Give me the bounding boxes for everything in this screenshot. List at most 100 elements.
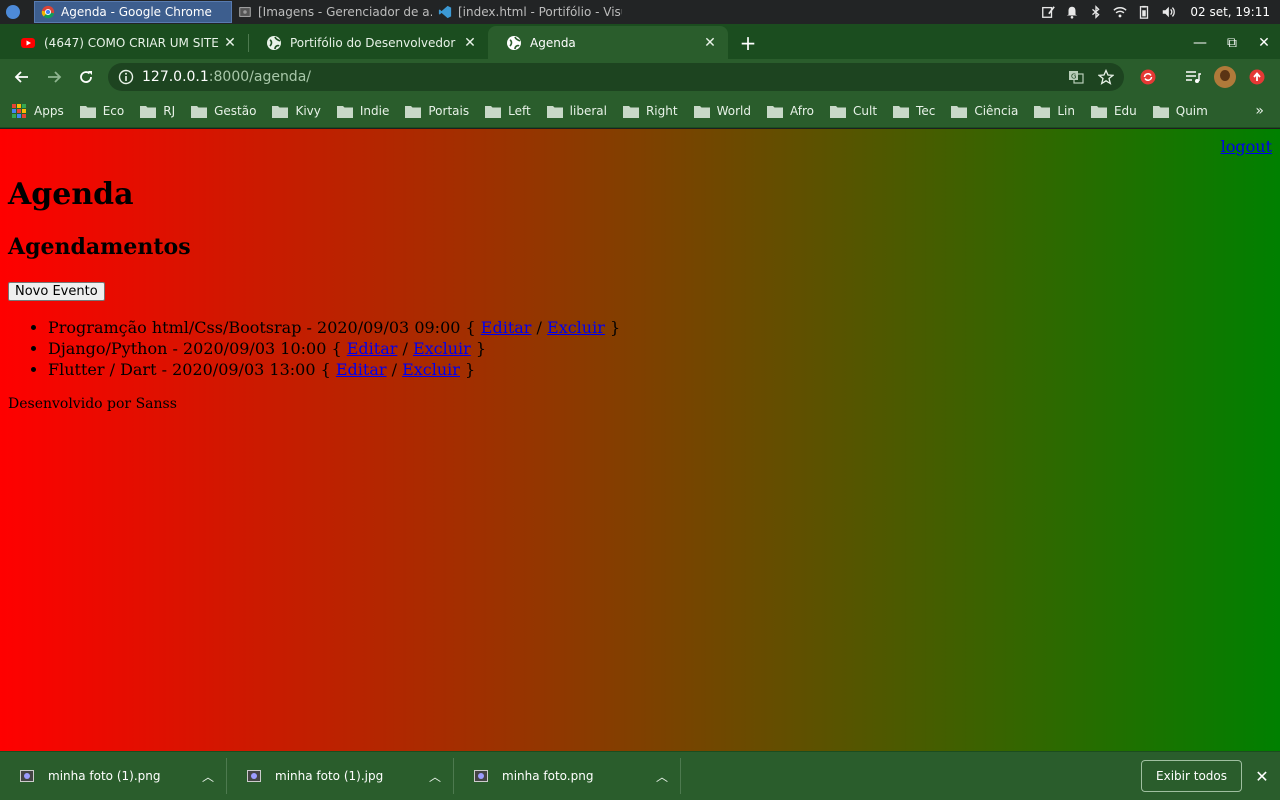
new-event-button[interactable]: Novo Evento (8, 282, 105, 301)
taskbar-window-file-manager[interactable]: [Imagens - Gerenciador de a... (232, 1, 432, 23)
bluetooth-icon[interactable] (1089, 5, 1103, 19)
browser-tab-strip: (4647) COMO CRIAR UM SITE P ✕ Portifólio… (0, 24, 1280, 59)
bookmark-folder[interactable]: Left (485, 104, 531, 118)
folder-icon (272, 105, 289, 118)
bookmark-folder[interactable]: Cult (830, 104, 877, 118)
download-item[interactable]: minha foto (1).png ︿ (0, 758, 227, 794)
bookmark-folder[interactable]: Gestão (191, 104, 256, 118)
close-tab-icon[interactable]: ✕ (462, 35, 478, 51)
separator: / (536, 318, 542, 337)
image-file-icon (247, 770, 261, 782)
close-icon: ✕ (1258, 34, 1270, 51)
page-title: Agenda (8, 177, 134, 212)
delete-link[interactable]: Excluir (413, 339, 471, 358)
bookmark-folder[interactable]: Right (622, 104, 678, 118)
events-list: Programção html/Css/Bootsrap - 2020/09/0… (8, 317, 1272, 380)
start-menu-button[interactable] (0, 0, 26, 24)
folder-icon (893, 105, 910, 118)
wifi-icon[interactable] (1113, 5, 1127, 19)
arrow-left-icon (14, 71, 28, 83)
info-icon[interactable] (118, 69, 134, 85)
bookmark-label: Eco (102, 104, 125, 118)
bookmark-folder[interactable]: Lin (1034, 104, 1075, 118)
bookmarks-overflow-button[interactable]: » (1255, 103, 1264, 119)
new-tab-button[interactable]: + (734, 29, 762, 57)
event-text: Flutter / Dart - 2020/09/03 13:00 { (48, 360, 331, 379)
bookmark-folder[interactable]: RJ (140, 104, 175, 118)
tab-youtube[interactable]: (4647) COMO CRIAR UM SITE P ✕ (0, 26, 248, 59)
close-tab-icon[interactable]: ✕ (222, 35, 238, 51)
svg-text:G: G (1071, 73, 1076, 81)
bookmark-folder[interactable]: Eco (79, 104, 125, 118)
plus-icon: + (739, 31, 757, 55)
download-item[interactable]: minha foto (1).jpg ︿ (227, 758, 454, 794)
delete-link[interactable]: Excluir (402, 360, 460, 379)
forward-button[interactable] (40, 63, 68, 91)
bell-icon[interactable] (1065, 5, 1079, 19)
download-item[interactable]: minha foto.png ︿ (454, 758, 681, 794)
show-all-downloads-button[interactable]: Exibir todos (1141, 760, 1242, 792)
close-window-button[interactable]: ✕ (1248, 31, 1280, 55)
bookmark-folder[interactable]: Afro (766, 104, 814, 118)
bookmarks-bar: Apps Eco RJ Gestão Kivy Indie Portais Left libe… (0, 95, 1280, 128)
bookmark-folder[interactable]: World (693, 104, 751, 118)
bookmark-label: liberal (569, 104, 607, 118)
chevron-up-icon[interactable]: ︿ (423, 768, 447, 785)
bookmark-star-icon[interactable] (1098, 69, 1114, 85)
minimize-button[interactable]: — (1184, 31, 1216, 55)
media-controls-button[interactable] (1182, 66, 1204, 88)
translate-icon[interactable]: G (1068, 69, 1084, 85)
address-bar[interactable]: 127.0.0.1:8000/agenda/ G (108, 63, 1124, 91)
profile-button[interactable] (1214, 66, 1236, 88)
logout-link[interactable]: logout (1221, 137, 1272, 156)
taskbar-window-chrome[interactable]: Agenda - Google Chrome (34, 1, 232, 23)
battery-icon[interactable] (1137, 5, 1151, 19)
bookmark-label: World (716, 104, 751, 118)
update-button[interactable] (1246, 66, 1268, 88)
edit-link[interactable]: Editar (481, 318, 532, 337)
folder-icon (140, 105, 157, 118)
image-file-icon (474, 770, 488, 782)
taskbar-window-label: [index.html - Portifólio - Visu... (458, 5, 622, 19)
restore-icon: ⧉ (1227, 34, 1237, 51)
back-button[interactable] (8, 63, 36, 91)
taskbar-window-vscode[interactable]: [index.html - Portifólio - Visu... (432, 1, 622, 23)
bookmark-folder[interactable]: liberal (546, 104, 607, 118)
close-tab-icon[interactable]: ✕ (702, 35, 718, 51)
taskbar-window-label: [Imagens - Gerenciador de a... (258, 5, 432, 19)
folder-icon (191, 105, 208, 118)
chevron-up-icon[interactable]: ︿ (196, 768, 220, 785)
bookmark-label: Ciência (974, 104, 1019, 118)
edit-link[interactable]: Editar (336, 360, 387, 379)
youtube-icon (21, 37, 35, 48)
close-shelf-icon[interactable]: ✕ (1250, 767, 1274, 786)
bookmark-label: Quim (1175, 104, 1208, 118)
bookmark-folder[interactable]: Tec (893, 104, 935, 118)
notes-icon[interactable] (1041, 5, 1056, 19)
apps-grid-icon (12, 104, 26, 118)
extension-button[interactable] (1137, 66, 1159, 88)
bookmark-folder[interactable]: Ciência (951, 104, 1018, 118)
bookmark-folder[interactable]: Indie (336, 104, 389, 118)
event-text: Programção html/Css/Bootsrap - 2020/09/0… (48, 318, 476, 337)
bookmark-folder[interactable]: Edu (1090, 104, 1137, 118)
volume-icon[interactable] (1161, 5, 1176, 19)
bookmark-apps[interactable]: Apps (12, 104, 64, 118)
list-item: Flutter / Dart - 2020/09/03 13:00 { Edit… (48, 359, 1272, 380)
delete-link[interactable]: Excluir (547, 318, 605, 337)
restore-button[interactable]: ⧉ (1216, 31, 1248, 55)
list-item: Django/Python - 2020/09/03 10:00 { Edita… (48, 338, 1272, 359)
page-subtitle: Agendamentos (8, 234, 191, 260)
bookmark-folder[interactable]: Kivy (272, 104, 321, 118)
globe-icon (507, 35, 521, 50)
tab-portfolio[interactable]: Portifólio do Desenvolvedor ✕ (248, 26, 488, 59)
edit-link[interactable]: Editar (347, 339, 398, 358)
chevron-up-icon[interactable]: ︿ (650, 768, 674, 785)
tab-agenda[interactable]: Agenda ✕ (488, 26, 728, 59)
reload-button[interactable] (72, 63, 100, 91)
bookmark-folder[interactable]: Quim (1152, 104, 1208, 118)
system-clock[interactable]: 02 set, 19:11 (1190, 5, 1270, 19)
downloads-shelf: minha foto (1).png ︿ minha foto (1).jpg … (0, 751, 1280, 800)
bookmark-folder[interactable]: Portais (405, 104, 469, 118)
list-item: Programção html/Css/Bootsrap - 2020/09/0… (48, 317, 1272, 338)
